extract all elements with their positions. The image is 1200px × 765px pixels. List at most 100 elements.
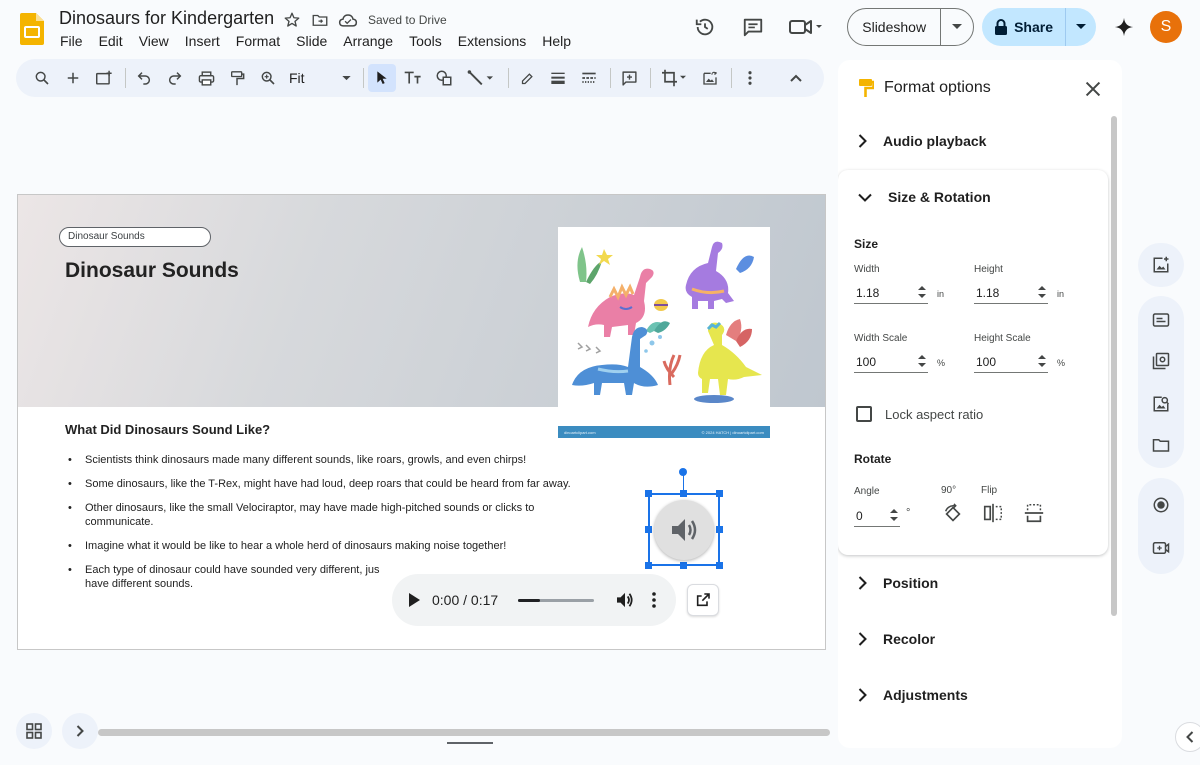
lock-aspect-checkbox[interactable] <box>856 406 872 422</box>
height-stepper-icon[interactable] <box>1038 285 1046 299</box>
gemini-sparkle-icon[interactable] <box>1104 7 1144 47</box>
height-scale-input[interactable]: 100 <box>974 351 1048 373</box>
dinosaur-illustration[interactable] <box>558 227 770 407</box>
comments-icon[interactable] <box>733 7 773 47</box>
resize-handle-e[interactable] <box>716 526 723 533</box>
grid-view-icon[interactable] <box>16 713 52 749</box>
move-folder-icon[interactable] <box>310 10 330 30</box>
border-color-icon[interactable] <box>513 64 541 92</box>
paint-format-icon[interactable] <box>223 64 251 92</box>
horizontal-scrollbar[interactable] <box>98 729 830 736</box>
menu-file[interactable]: File <box>52 32 91 50</box>
volume-icon[interactable] <box>616 592 634 608</box>
photos-library-icon[interactable] <box>1149 349 1173 373</box>
illustration-credit-bar: dinoartclipart.com © 2024 HATCH | dinoar… <box>558 426 770 438</box>
section-audio-playback[interactable]: Audio playback <box>858 133 986 149</box>
menu-edit[interactable]: Edit <box>91 32 131 50</box>
hide-side-panel-chevron-icon[interactable] <box>1175 722 1200 752</box>
section-recolor[interactable]: Recolor <box>858 631 935 647</box>
doc-title[interactable]: Dinosaurs for Kindergarten <box>59 8 274 29</box>
star-icon[interactable] <box>282 10 302 30</box>
insert-comment-icon[interactable] <box>615 64 643 92</box>
avatar[interactable]: S <box>1150 11 1182 43</box>
resize-handle-s[interactable] <box>680 562 687 569</box>
rotate-heading: Rotate <box>854 452 892 466</box>
slideshow-button[interactable]: Slideshow <box>848 9 942 45</box>
add-image-rail-icon[interactable] <box>1149 253 1173 277</box>
resize-handle-ne[interactable] <box>716 490 723 497</box>
keep-notes-icon[interactable] <box>1149 308 1173 332</box>
select-tool-icon[interactable] <box>368 64 396 92</box>
rotate-90-icon[interactable] <box>942 503 964 525</box>
new-slide-icon[interactable] <box>59 64 87 92</box>
resize-handle-w[interactable] <box>645 526 652 533</box>
menu-view[interactable]: View <box>131 32 177 50</box>
replace-image-icon[interactable] <box>696 64 724 92</box>
cloud-done-icon[interactable] <box>338 10 358 30</box>
close-icon[interactable] <box>1082 78 1104 100</box>
menu-format[interactable]: Format <box>228 32 288 50</box>
height-scale-stepper-icon[interactable] <box>1038 354 1046 368</box>
section-size-rotation[interactable]: Size & Rotation <box>858 189 991 205</box>
meet-video-icon[interactable] <box>781 7 831 47</box>
section-position[interactable]: Position <box>858 575 938 591</box>
version-history-icon[interactable] <box>685 7 725 47</box>
redo-icon[interactable] <box>161 64 189 92</box>
resize-handle-se[interactable] <box>716 562 723 569</box>
resize-handle-sw[interactable] <box>645 562 652 569</box>
width-scale-input[interactable]: 100 <box>854 351 928 373</box>
collapse-toolbar-icon[interactable] <box>782 64 810 92</box>
flip-vertical-icon[interactable] <box>1023 502 1045 524</box>
lock-aspect-label[interactable]: Lock aspect ratio <box>885 407 983 422</box>
image-search-icon[interactable] <box>1149 392 1173 416</box>
section-heading[interactable]: What Did Dinosaurs Sound Like? <box>65 422 270 437</box>
resize-handle-nw[interactable] <box>645 490 652 497</box>
angle-input[interactable]: 0 <box>854 505 900 527</box>
width-scale-stepper-icon[interactable] <box>918 354 926 368</box>
shape-icon[interactable] <box>430 64 458 92</box>
more-options-icon[interactable] <box>736 64 764 92</box>
slide-tag-pill[interactable]: Dinosaur Sounds <box>59 227 211 247</box>
share-options-chevron-icon[interactable] <box>1066 8 1096 46</box>
audio-progress-bar[interactable] <box>518 598 594 602</box>
speaker-notes-drag-handle[interactable] <box>447 742 493 744</box>
menu-help[interactable]: Help <box>534 32 579 50</box>
rotate-handle[interactable] <box>679 468 687 476</box>
section-adjustments[interactable]: Adjustments <box>858 687 968 703</box>
crop-icon[interactable] <box>655 64 693 92</box>
record-icon[interactable] <box>1149 493 1173 517</box>
slides-logo[interactable] <box>20 13 44 45</box>
new-slide-layout-icon[interactable] <box>90 64 118 92</box>
menu-arrange[interactable]: Arrange <box>335 32 401 50</box>
text-box-icon[interactable] <box>399 64 427 92</box>
audio-more-options-icon[interactable] <box>652 592 656 608</box>
audio-speaker-icon[interactable] <box>654 500 714 560</box>
menu-tools[interactable]: Tools <box>401 32 450 50</box>
height-input[interactable]: 1.18 <box>974 282 1048 304</box>
zoom-icon[interactable] <box>254 64 282 92</box>
print-icon[interactable] <box>192 64 220 92</box>
flip-horizontal-icon[interactable] <box>982 502 1004 524</box>
width-stepper-icon[interactable] <box>918 285 926 299</box>
slideshow-options-chevron-icon[interactable] <box>941 9 973 45</box>
open-external-icon[interactable] <box>687 584 719 616</box>
width-input[interactable]: 1.18 <box>854 282 928 304</box>
zoom-select[interactable]: Fit <box>285 70 355 86</box>
slide-title[interactable]: Dinosaur Sounds <box>65 259 239 283</box>
search-menus-icon[interactable] <box>28 64 56 92</box>
line-icon[interactable] <box>461 64 501 92</box>
play-icon[interactable] <box>408 593 420 607</box>
menu-insert[interactable]: Insert <box>177 32 228 50</box>
share-button[interactable]: Share <box>982 8 1066 46</box>
folder-icon[interactable] <box>1149 433 1173 457</box>
undo-icon[interactable] <box>130 64 158 92</box>
border-dash-icon[interactable] <box>575 64 603 92</box>
panel-scrollbar[interactable] <box>1111 116 1117 616</box>
menu-extensions[interactable]: Extensions <box>450 32 534 50</box>
menu-slide[interactable]: Slide <box>288 32 335 50</box>
resize-handle-n[interactable] <box>680 490 687 497</box>
show-filmstrip-chevron-icon[interactable] <box>62 713 98 749</box>
angle-stepper-icon[interactable] <box>890 508 898 522</box>
video-call-icon[interactable] <box>1149 536 1173 560</box>
border-weight-icon[interactable] <box>544 64 572 92</box>
